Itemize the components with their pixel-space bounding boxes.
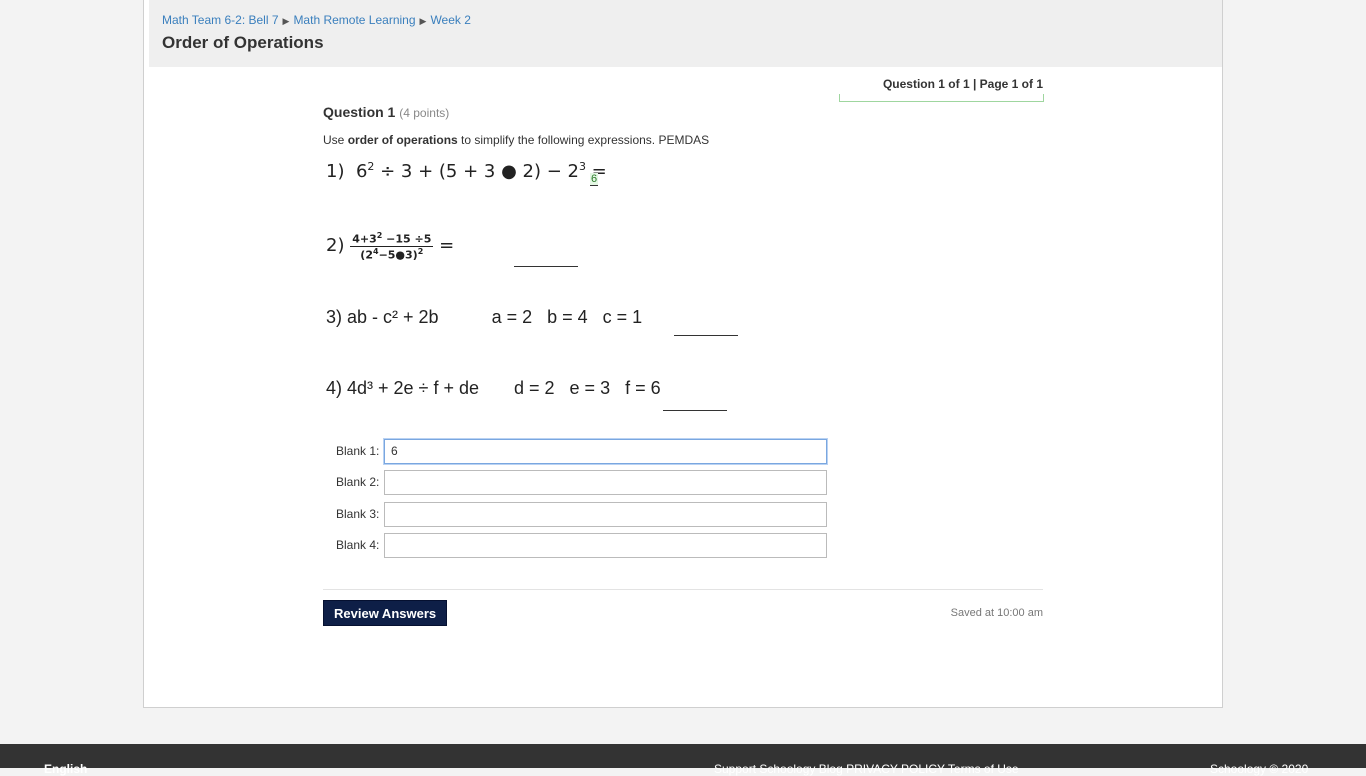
- blank-1-input[interactable]: 6: [384, 438, 827, 464]
- problem-3: 3) ab - c² + 2b a = 2 b = 4 c = 1: [326, 307, 642, 328]
- blank-row-3: Blank 3:: [336, 501, 827, 527]
- answer-line-2: [514, 266, 578, 267]
- problem-2: 2) 4+32 −15 ÷5 (24−5●3)2 =: [326, 231, 454, 261]
- question-label: Question 1: [323, 104, 396, 120]
- blank-label: Blank 3:: [336, 507, 380, 521]
- blank-label: Blank 2:: [336, 475, 380, 489]
- problem-exponent: 3: [578, 160, 586, 173]
- instruction-bold: order of operations: [347, 133, 458, 147]
- breadcrumb: Math Team 6-2: Bell 7 ▶ Math Remote Learni…: [162, 13, 471, 27]
- breadcrumb-course-link[interactable]: Math Team 6-2: Bell 7: [162, 13, 279, 27]
- inline-answer-1[interactable]: 6: [590, 173, 599, 186]
- blank-4-input[interactable]: [384, 532, 827, 558]
- problem-vars: a = 2 b = 4 c = 1: [491, 307, 643, 327]
- fraction-denominator: (24−5●3)2: [360, 246, 424, 262]
- fraction-numerator: 4+32 −15 ÷5: [350, 231, 434, 247]
- blank-row-1: Blank 1: 6: [336, 438, 827, 464]
- page-title: Order of Operations: [162, 33, 324, 52]
- problem-vars: d = 2 e = 3 f = 6: [514, 378, 661, 398]
- breadcrumb-folder-link[interactable]: Math Remote Learning: [293, 13, 415, 27]
- problem-1: 1) 62 ÷ 3 + (5 + 3 ● 2) − 23 =: [326, 160, 607, 182]
- language-selector[interactable]: English: [44, 762, 87, 776]
- question-heading: Question 1 (4 points): [323, 104, 449, 120]
- answer-line-4: [663, 410, 727, 411]
- footer-copyright: Schoology © 2020: [1210, 762, 1309, 776]
- problem-expr: 3) ab - c² + 2b: [326, 307, 439, 327]
- problem-4: 4) 4d³ + 2e ÷ f + de d = 2 e = 3 f = 6: [326, 378, 661, 399]
- breadcrumb-week-link[interactable]: Week 2: [430, 13, 470, 27]
- breadcrumb-separator-icon: ▶: [282, 16, 290, 26]
- footer: English Support Schoology Blog PRIVACY P…: [0, 744, 1366, 776]
- page-header: Math Team 6-2: Bell 7 ▶ Math Remote Learni…: [149, 0, 1222, 67]
- problem-number: 1): [326, 161, 345, 182]
- blank-row-4: Blank 4:: [336, 532, 827, 558]
- problem-expr: 6: [355, 161, 368, 182]
- question-instruction: Use order of operations to simplify the …: [323, 133, 709, 147]
- page-card: Math Team 6-2: Bell 7 ▶ Math Remote Learni…: [143, 0, 1223, 708]
- question-points: (4 points): [399, 106, 450, 120]
- problem-equals: =: [433, 235, 455, 257]
- problem-expr: ÷ 3 + (5 + 3 ● 2) − 2: [374, 161, 579, 182]
- blank-label: Blank 1:: [336, 444, 380, 458]
- question-position: Question 1 of 1 | Page 1 of 1: [882, 77, 1043, 91]
- answer-line-3: [674, 335, 738, 336]
- instruction-text: to simplify the following expressions. P…: [457, 133, 710, 147]
- problem-fraction: 4+32 −15 ÷5 (24−5●3)2: [350, 231, 434, 262]
- blank-label: Blank 4:: [336, 538, 380, 552]
- review-answers-button[interactable]: Review Answers: [323, 600, 448, 626]
- problem-number: 2): [326, 235, 345, 257]
- breadcrumb-separator-icon: ▶: [419, 16, 427, 26]
- blank-row-2: Blank 2:: [336, 469, 827, 495]
- question-progress-strip: [839, 94, 1044, 102]
- problem-expr: 4) 4d³ + 2e ÷ f + de: [326, 378, 479, 398]
- blank-2-input[interactable]: [384, 469, 827, 495]
- footer-links[interactable]: Support Schoology Blog PRIVACY POLICY Te…: [714, 762, 1019, 776]
- divider: [323, 589, 1043, 590]
- blank-3-input[interactable]: [384, 501, 827, 527]
- saved-status: Saved at 10:00 am: [950, 607, 1043, 619]
- instruction-text: Use: [323, 133, 348, 147]
